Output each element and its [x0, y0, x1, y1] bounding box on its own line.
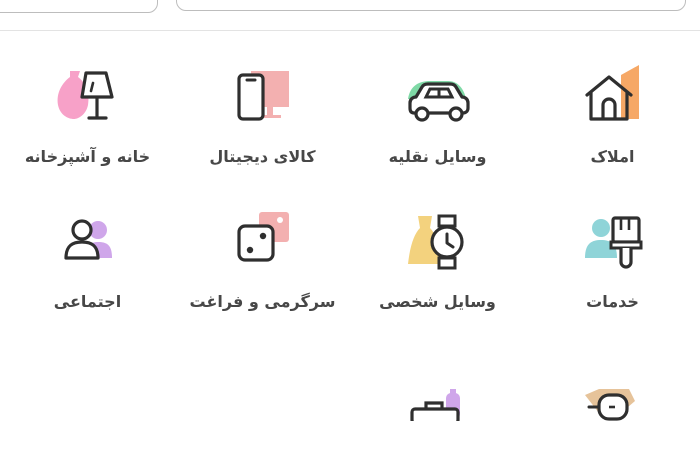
house-icon: [581, 61, 645, 131]
dice-icon: [231, 206, 295, 276]
category-grid: املاک وسایل نقلیه کالای دیجیتال خانه و آ…: [0, 31, 700, 421]
category-digital-goods[interactable]: کالای دیجیتال: [175, 31, 350, 171]
category-label: وسایل نقلیه: [388, 147, 487, 166]
category-tools[interactable]: [525, 321, 700, 461]
people-icon: [56, 206, 120, 276]
car-icon: [406, 61, 470, 131]
category-vehicles[interactable]: وسایل نقلیه: [350, 31, 525, 171]
category-real-estate[interactable]: املاک: [525, 31, 700, 171]
category-label: کالای دیجیتال: [209, 147, 316, 166]
paint-brush-icon: [581, 206, 645, 276]
category-label: خدمات: [586, 292, 639, 311]
top-bar: [0, 0, 700, 31]
category-equipment[interactable]: [350, 321, 525, 461]
toolbox-icon: [406, 351, 470, 421]
search-input[interactable]: [176, 0, 686, 11]
category-label: سرگرمی و فراغت: [189, 292, 336, 311]
category-home-kitchen[interactable]: خانه و آشپزخانه: [0, 31, 175, 171]
drill-icon: [581, 351, 645, 421]
category-personal-items[interactable]: وسایل شخصی: [350, 176, 525, 316]
category-entertainment[interactable]: سرگرمی و فراغت: [175, 176, 350, 316]
lamp-icon: [56, 61, 120, 131]
phone-icon: [231, 61, 295, 131]
watch-icon: [406, 206, 470, 276]
category-label: وسایل شخصی: [379, 292, 496, 311]
city-selector-button[interactable]: [0, 0, 158, 13]
category-label: املاک: [590, 147, 635, 166]
category-label: اجتماعی: [53, 292, 122, 311]
category-social[interactable]: اجتماعی: [0, 176, 175, 316]
category-services[interactable]: خدمات: [525, 176, 700, 316]
category-label: خانه و آشپزخانه: [24, 147, 151, 166]
